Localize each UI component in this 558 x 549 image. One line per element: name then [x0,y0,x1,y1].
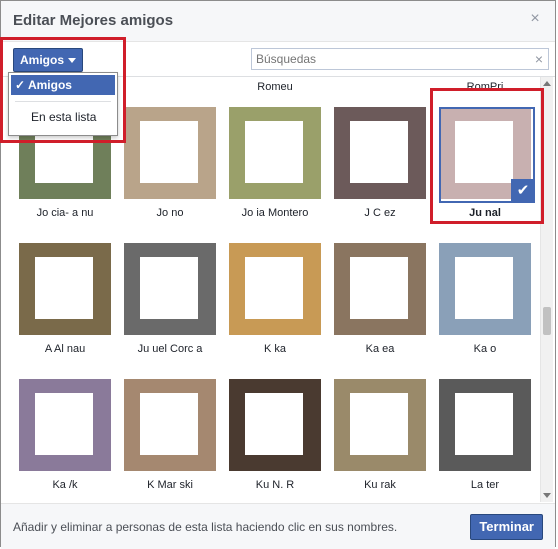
friend-photo[interactable] [229,107,321,199]
search-box[interactable]: × [251,48,549,70]
friend-name[interactable]: Ju uel Corc a [118,343,222,356]
photo-redaction [140,257,198,319]
friend-photo[interactable] [124,243,216,335]
annotation-highlight-dropdown [0,37,126,143]
photo-redaction [35,393,93,455]
clear-search-icon[interactable]: × [535,51,543,67]
friend-photo[interactable] [229,243,321,335]
top-label: Romeu [257,81,293,93]
friend-name[interactable]: Ka o [433,343,537,356]
friend-photo[interactable] [334,379,426,471]
friend-name[interactable]: Ku N. R [223,479,327,492]
photo-redaction [245,393,303,455]
friend-name[interactable]: K Mar ski [118,479,222,492]
search-input[interactable] [252,49,530,69]
friend-photo[interactable] [334,243,426,335]
close-icon[interactable]: × [527,11,543,27]
friend-name[interactable]: K ka [223,343,327,356]
footer-info-text: Añadir y eliminar a personas de esta lis… [13,520,398,534]
friend-photo[interactable] [334,107,426,199]
photo-redaction [245,121,303,183]
friend-name[interactable]: Jo cia- a nu [13,207,117,220]
scroll-up-icon[interactable] [543,81,551,86]
photo-redaction [245,257,303,319]
friend-name[interactable]: Ku rak [328,479,432,492]
photo-redaction [350,393,408,455]
friend-photo[interactable] [229,379,321,471]
photo-redaction [140,121,198,183]
friend-name[interactable]: J C ez [328,207,432,220]
friend-photo[interactable] [19,243,111,335]
friend-photo[interactable] [124,379,216,471]
dialog-footer: Añadir y eliminar a personas de esta lis… [1,503,555,549]
scrollbar-thumb[interactable] [543,307,551,335]
friend-name[interactable]: Ka /k [13,479,117,492]
friend-name[interactable]: A Al nau [13,343,117,356]
photo-redaction [350,257,408,319]
photo-redaction [455,257,513,319]
annotation-highlight-selected-friend [430,88,544,224]
friend-name[interactable]: Jo no [118,207,222,220]
photo-redaction [140,393,198,455]
dialog-title: Editar Mejores amigos [13,12,174,29]
friend-photo[interactable] [439,379,531,471]
friend-name[interactable]: Jo ia Montero [223,207,327,220]
friend-name[interactable]: Ka ea [328,343,432,356]
friend-photo[interactable] [19,379,111,471]
done-button[interactable]: Terminar [470,514,543,540]
dialog-header: Editar Mejores amigos × [1,1,555,42]
friend-photo[interactable] [124,107,216,199]
scroll-down-icon[interactable] [543,493,551,498]
photo-redaction [455,393,513,455]
friend-photo[interactable] [439,243,531,335]
photo-redaction [350,121,408,183]
friend-name[interactable]: La ter [433,479,537,492]
photo-redaction [35,257,93,319]
